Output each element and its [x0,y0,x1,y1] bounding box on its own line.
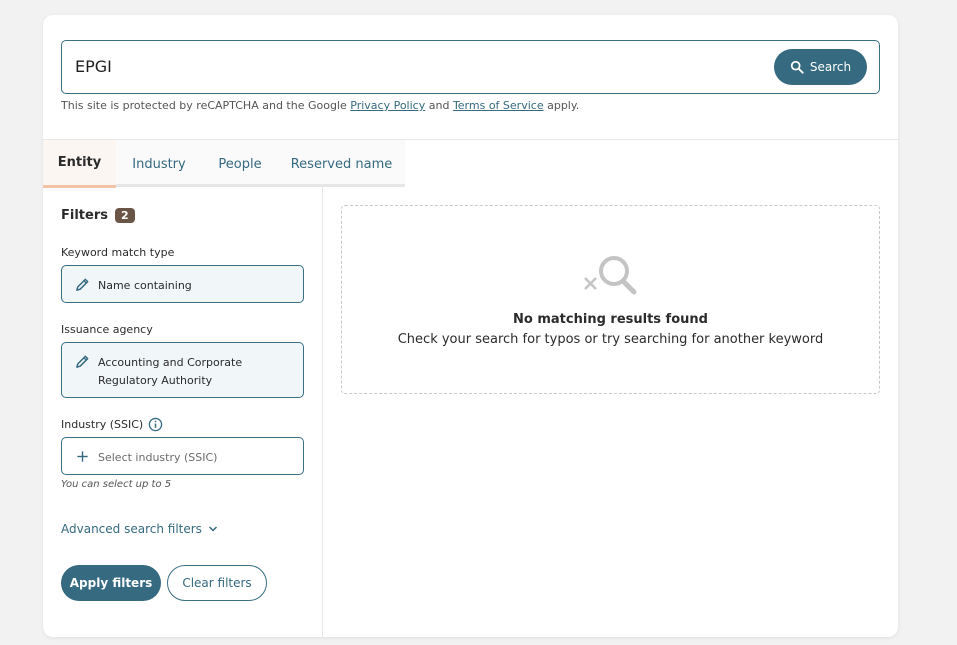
tab-people[interactable]: People [202,140,278,188]
issuance-agency-field[interactable]: Accounting and Corporate Regulatory Auth… [61,342,304,398]
empty-results-panel: No matching results found Check your sea… [341,205,880,394]
search-input[interactable]: EPGI Search [61,40,880,94]
industry-label: Industry (SSIC) [61,418,144,431]
issuance-agency-value: Accounting and Corporate Regulatory Auth… [98,356,243,387]
search-input-value[interactable]: EPGI [75,57,112,76]
filters-heading: Filters 2 [61,208,135,223]
tabs-spacer [405,140,898,188]
tab-reserved-name[interactable]: Reserved name [278,140,405,188]
pencil-icon [76,278,89,291]
chevron-down-icon [208,526,217,532]
pencil-icon [76,355,89,368]
empty-results-subtitle: Check your search for typos or try searc… [397,332,824,347]
advanced-search-filters-label: Advanced search filters [61,522,202,536]
search-button-label: Search [809,60,852,74]
tab-entity[interactable]: Entity [43,140,116,188]
keyword-match-value: Name containing [98,279,192,292]
plus-icon [77,451,88,462]
industry-label-row: Industry (SSIC) [61,417,163,432]
search-card: EPGI Search This site is protected by re… [43,15,898,637]
recaptcha-notice: This site is protected by reCAPTCHA and … [61,99,579,112]
filters-count-badge: 2 [114,208,135,223]
recaptcha-text: This site is protected by reCAPTCHA and … [61,99,351,112]
industry-select-field[interactable]: Select industry (SSIC) [61,437,304,475]
info-icon[interactable] [148,417,163,432]
advanced-search-filters-toggle[interactable]: Advanced search filters [61,522,218,536]
keyword-match-label: Keyword match type [61,246,175,259]
search-tabs: Entity Industry People Reserved name [43,139,898,188]
search-button[interactable]: Search [774,49,867,85]
filters-sidebar: Filters 2 Keyword match type Name contai… [43,187,323,637]
privacy-policy-link[interactable]: Privacy Policy [350,99,425,112]
search-x-icon [584,256,637,295]
recaptcha-and-text: and [425,99,453,112]
issuance-agency-label: Issuance agency [61,323,153,336]
tab-industry[interactable]: Industry [116,140,202,188]
industry-hint: You can select up to 5 [61,479,172,490]
industry-select-placeholder: Select industry (SSIC) [98,451,218,464]
empty-results-title: No matching results found [513,312,708,327]
apply-filters-button[interactable]: Apply filters [61,565,161,601]
recaptcha-suffix: apply. [543,99,580,112]
keyword-match-field[interactable]: Name containing [61,265,304,303]
terms-of-service-link[interactable]: Terms of Service [453,99,544,112]
filters-title: Filters [61,208,108,223]
clear-filters-button[interactable]: Clear filters [167,565,267,601]
search-icon [790,60,804,74]
